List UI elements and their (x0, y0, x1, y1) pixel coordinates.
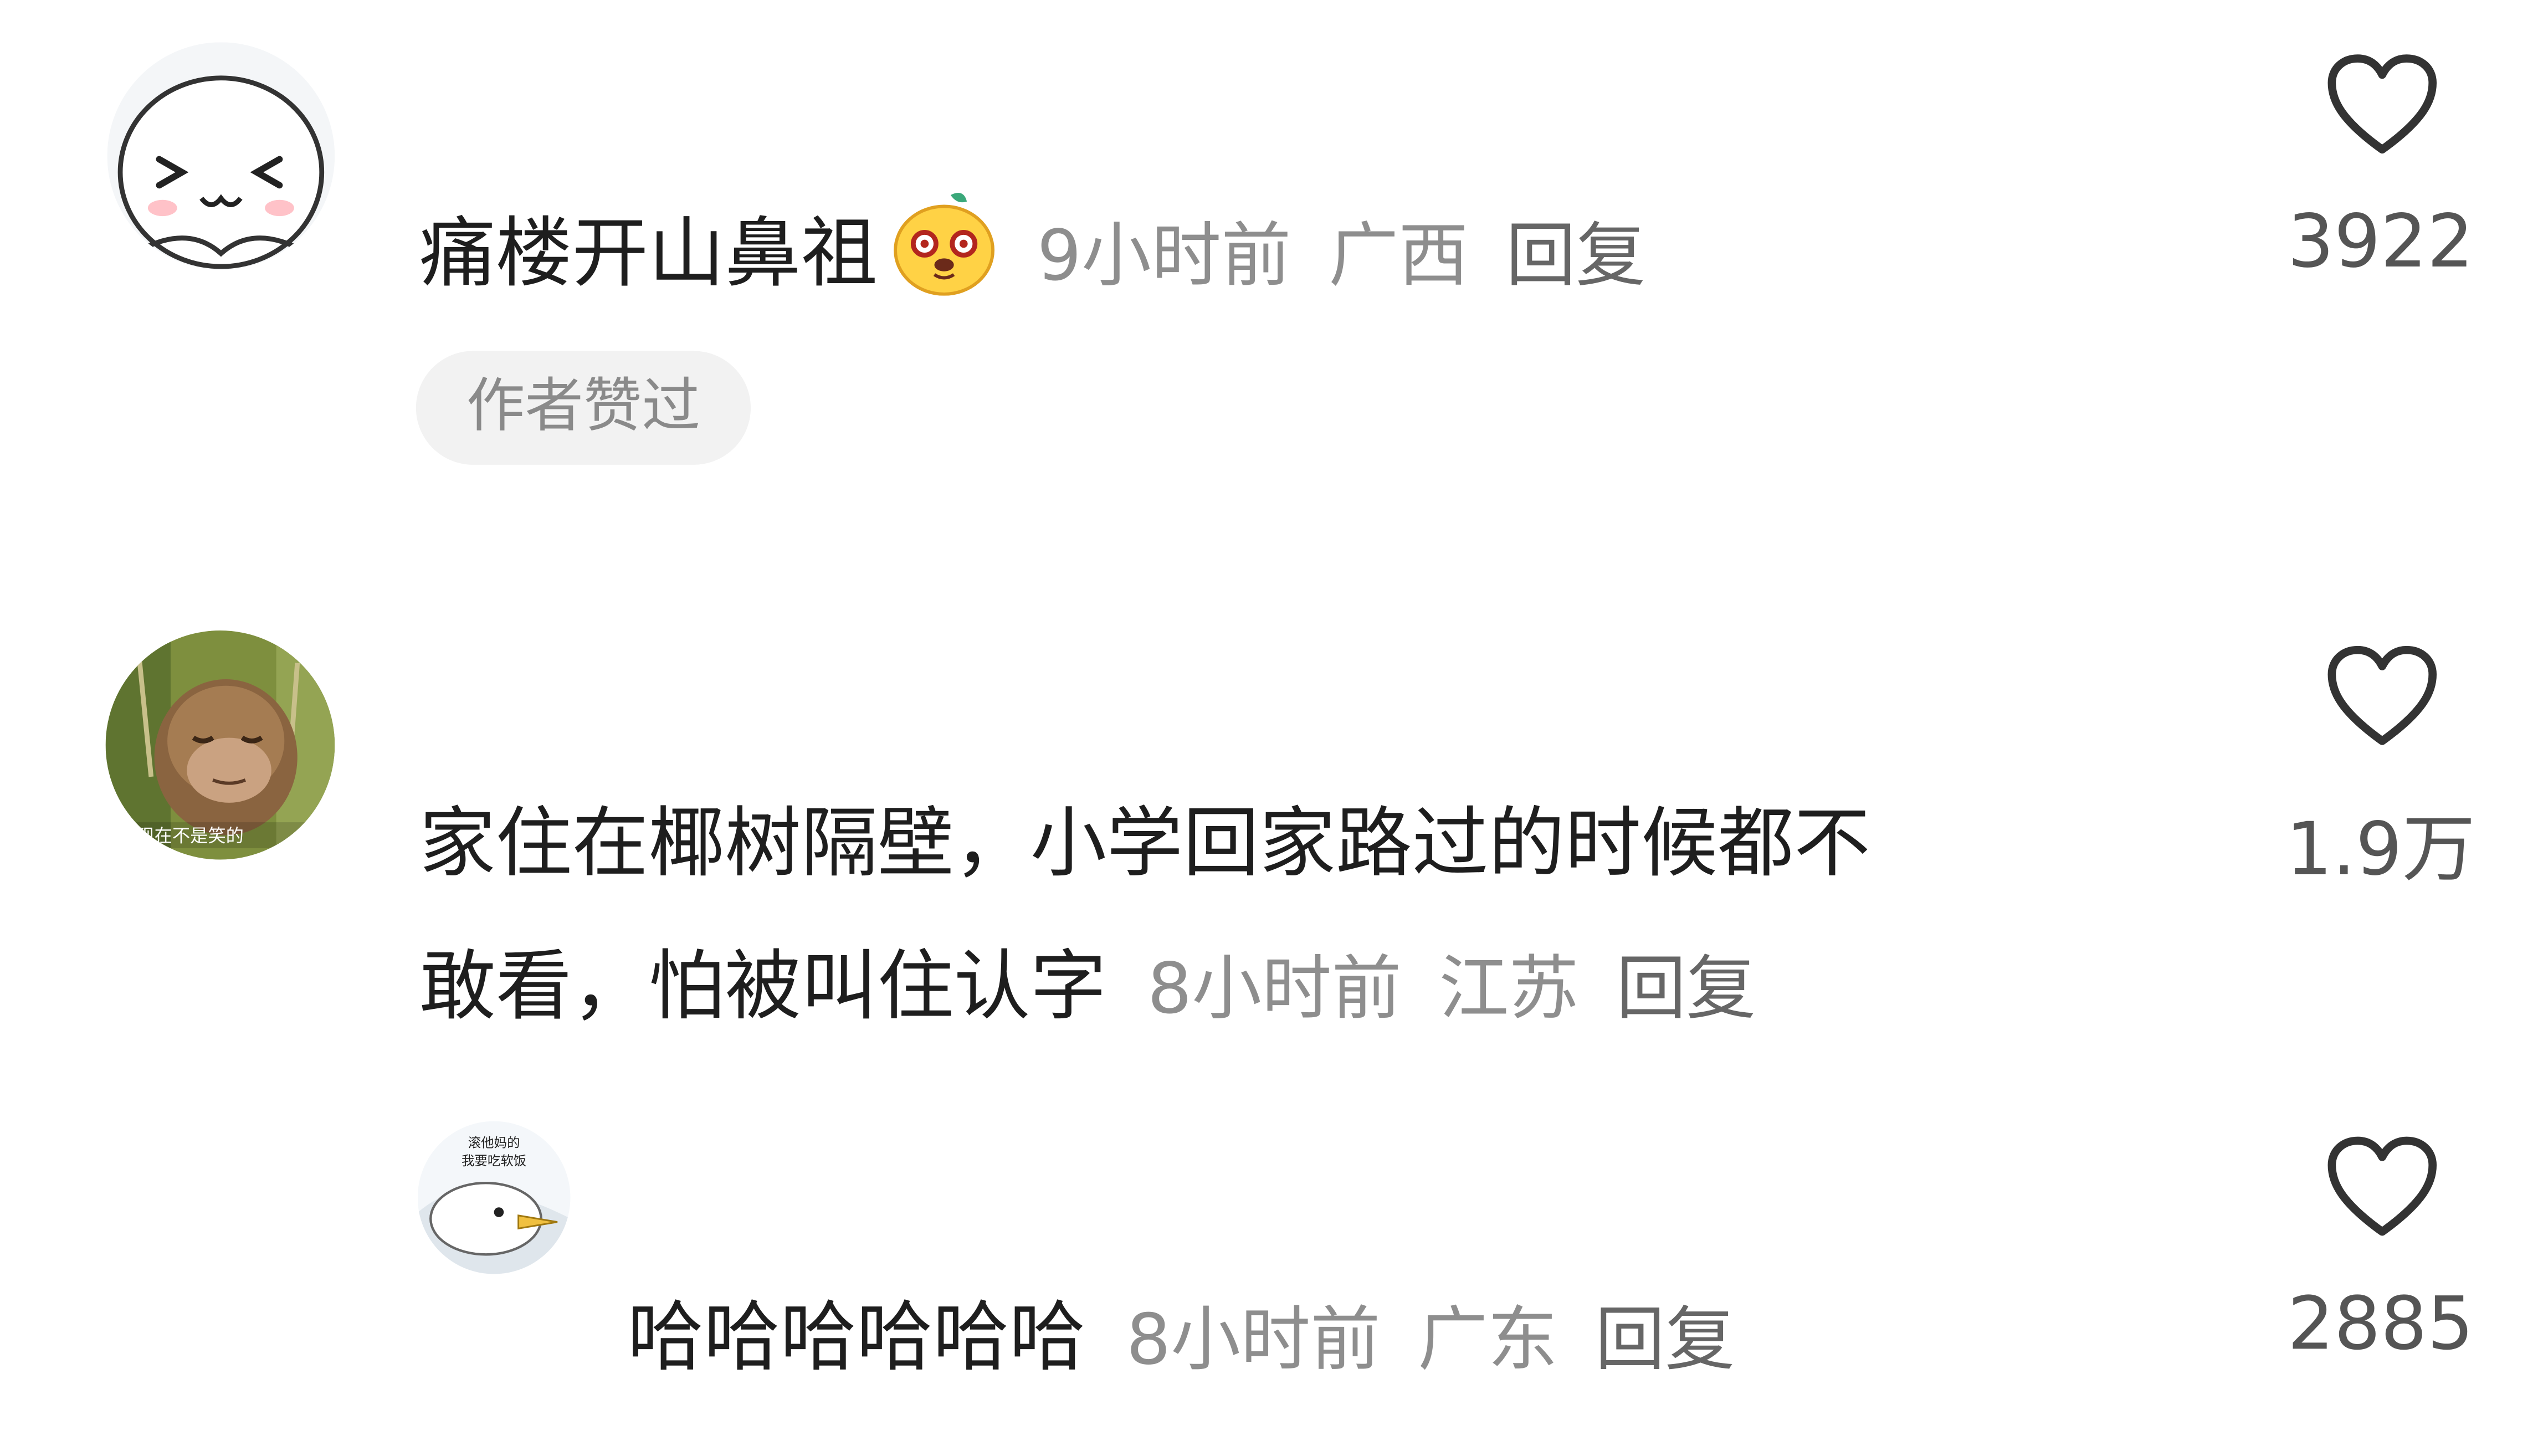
user-avatar[interactable]: 滚他妈的 我要吃软饭 (417, 1121, 571, 1274)
comment-time: 9小时前 (1037, 216, 1291, 298)
like-count: 1.9万 (2285, 806, 2475, 893)
comment-text: 痛楼开山鼻祖 (419, 209, 878, 299)
comment-body: 痛楼开山鼻祖 9小时前 广西 回复 (419, 188, 1645, 302)
author-liked-badge: 作者赞过 (416, 351, 751, 465)
comment-region: 广西 (1329, 216, 1469, 298)
comment-body-line1: 家住在椰树隔壁，小学回家路过的时候都不 (419, 780, 1870, 892)
comment-time: 8小时前 (1147, 949, 1402, 1031)
smug-face-emoji-icon (892, 188, 996, 302)
avatar-caption-line2: 我要吃软饭 (462, 1153, 526, 1168)
comment-body-line2: 敢看，怕被叫住认字 8小时前 江苏 回复 (419, 923, 1756, 1035)
seagull-meme-avatar-icon: 滚他妈的 我要吃软饭 (417, 1121, 571, 1274)
cute-face-avatar-icon (107, 42, 335, 270)
comment-time: 8小时前 (1126, 1300, 1381, 1382)
comment-text: 哈哈哈哈哈哈 (627, 1293, 1086, 1383)
reply-button[interactable]: 回复 (1595, 1300, 1735, 1381)
comment-body: 哈哈哈哈哈哈 8小时前 广东 回复 (627, 1274, 1735, 1386)
heart-outline-icon[interactable] (2325, 643, 2439, 747)
heart-outline-icon[interactable] (2325, 52, 2439, 156)
user-avatar[interactable] (107, 42, 335, 270)
reply-button[interactable]: 回复 (1506, 216, 1645, 298)
like-count: 3922 (2287, 198, 2474, 285)
comment-region: 江苏 (1439, 949, 1579, 1031)
reply-button[interactable]: 回复 (1616, 949, 1756, 1031)
avatar-caption-line1: 滚他妈的 (468, 1135, 520, 1151)
comment-region: 广东 (1418, 1300, 1558, 1382)
comment-text-line2: 敢看，怕被叫住认字 (419, 942, 1107, 1032)
comment-text-line1: 家住在椰树隔壁，小学回家路过的时候都不 (419, 799, 1870, 889)
user-avatar[interactable]: 我现在不是笑的 (105, 630, 335, 860)
like-count: 2885 (2287, 1280, 2474, 1367)
monkey-photo-avatar-icon: 我现在不是笑的 (105, 630, 335, 860)
heart-outline-icon[interactable] (2325, 1134, 2439, 1238)
avatar-caption: 我现在不是笑的 (119, 825, 244, 846)
